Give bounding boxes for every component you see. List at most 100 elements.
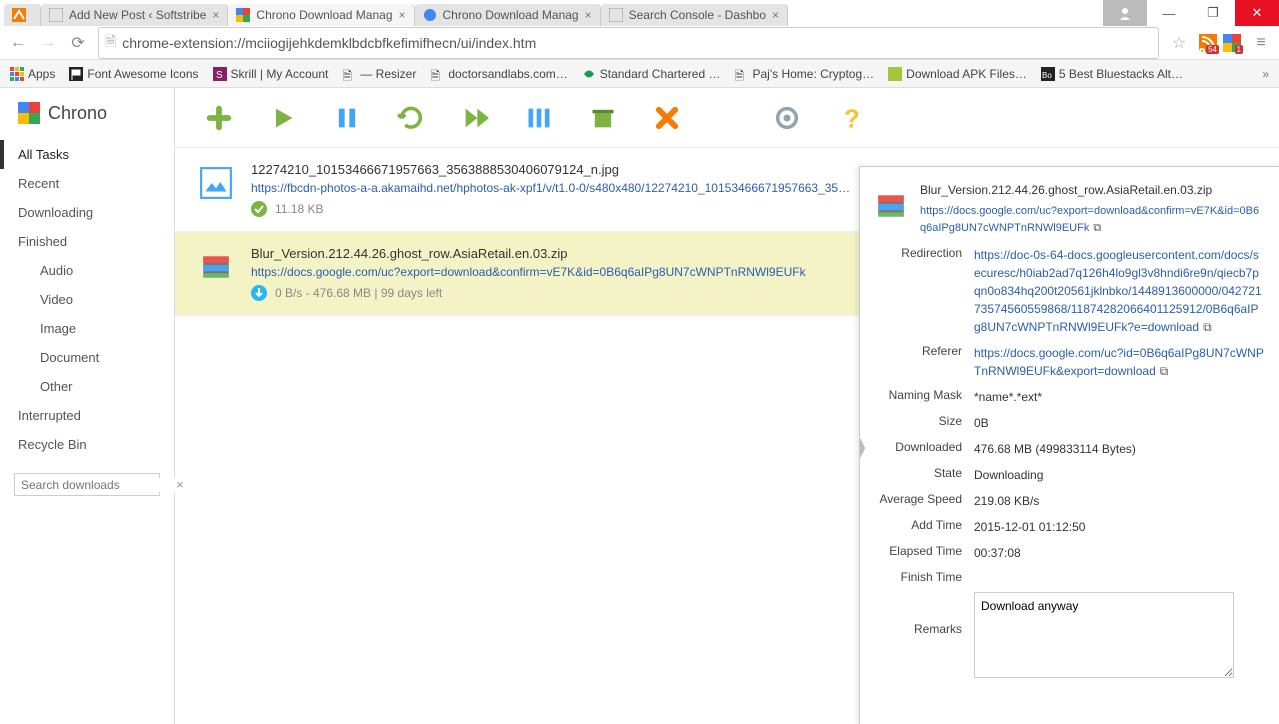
bookmark-item[interactable]: Bo5 Best Bluestacks Alt…: [1041, 67, 1183, 81]
sidebar-item-downloading[interactable]: Downloading: [0, 198, 174, 227]
star-icon[interactable]: ☆: [1169, 33, 1189, 53]
start-button[interactable]: [269, 104, 297, 132]
bookmark-item[interactable]: Standard Chartered …: [582, 67, 721, 81]
bookmark-item[interactable]: 🗎— Resizer: [342, 67, 416, 81]
tab-title: Chrono Download Manag: [256, 8, 392, 22]
label-size: Size: [874, 414, 974, 432]
tab-close-icon[interactable]: ×: [212, 8, 219, 22]
detail-url[interactable]: https://docs.google.com/uc?export=downlo…: [920, 203, 1265, 236]
bookmarks-overflow-icon[interactable]: »: [1262, 67, 1269, 81]
bookmark-item[interactable]: SSkrill | My Account: [213, 67, 329, 81]
page-icon: 🗎: [105, 31, 116, 55]
clear-button[interactable]: [589, 104, 617, 132]
back-icon[interactable]: ←: [8, 34, 28, 52]
detail-downloaded: 476.68 MB (499833114 Bytes): [974, 440, 1265, 458]
chrono-extension-icon[interactable]: 1: [1223, 34, 1241, 52]
sc-icon: [582, 67, 596, 81]
bookmark-item[interactable]: 🗎doctorsandlabs.com…: [430, 67, 567, 81]
sidebar: Chrono All Tasks Recent Downloading Fini…: [0, 88, 175, 724]
start-all-button[interactable]: [461, 104, 489, 132]
close-button[interactable]: ✕: [1235, 0, 1279, 26]
apps-icon: [10, 67, 24, 81]
svg-text:?: ?: [844, 105, 860, 132]
svg-text:Bo: Bo: [1042, 71, 1052, 80]
tab-favicon: [12, 8, 26, 22]
browser-tabs: Add New Post ‹ Softstribe × Chrono Downl…: [0, 0, 1103, 26]
user-button[interactable]: [1103, 0, 1147, 26]
browser-tab[interactable]: Add New Post ‹ Softstribe ×: [41, 4, 228, 26]
browser-tab[interactable]: [4, 4, 41, 26]
address-bar[interactable]: 🗎 chrome-extension://mciiogijehkdemklbdc…: [98, 27, 1159, 59]
minimize-button[interactable]: —: [1147, 0, 1191, 26]
file-type-image-icon: [199, 166, 233, 200]
sidebar-item-finished[interactable]: Finished: [0, 227, 174, 256]
app-content: Chrono All Tasks Recent Downloading Fini…: [0, 88, 1279, 724]
sidebar-item-recent[interactable]: Recent: [0, 169, 174, 198]
label-downloaded: Downloaded: [874, 440, 974, 458]
tab-title: Chrono Download Manag: [443, 8, 579, 22]
app-brand: Chrono: [0, 102, 174, 140]
copy-icon[interactable]: ⧉: [1160, 362, 1169, 380]
help-button[interactable]: ?: [837, 104, 865, 132]
tab-close-icon[interactable]: ×: [585, 8, 592, 22]
sidebar-item-audio[interactable]: Audio: [0, 256, 174, 285]
detail-avg-speed: 219.08 KB/s: [974, 492, 1265, 510]
label-redirection: Redirection: [874, 246, 974, 336]
remarks-textarea[interactable]: [974, 592, 1234, 678]
maximize-button[interactable]: ❐: [1191, 0, 1235, 26]
tab-favicon: [49, 8, 63, 22]
sidebar-item-interrupted[interactable]: Interrupted: [0, 401, 174, 430]
flag-icon: [69, 67, 83, 81]
bookmark-item[interactable]: 🗎Paj's Home: Cryptog…: [734, 67, 874, 81]
sidebar-item-image[interactable]: Image: [0, 314, 174, 343]
label-state: State: [874, 466, 974, 484]
skrill-icon: S: [213, 67, 227, 81]
panel-expand-icon[interactable]: ❭: [859, 426, 873, 466]
forward-icon[interactable]: →: [38, 34, 58, 52]
browser-tab-active[interactable]: Chrono Download Manag ×: [228, 4, 414, 26]
bookmark-apps[interactable]: Apps: [10, 67, 55, 81]
window-controls: — ❐ ✕: [1103, 0, 1279, 26]
restart-button[interactable]: [397, 104, 425, 132]
add-button[interactable]: [205, 104, 233, 132]
sidebar-item-video[interactable]: Video: [0, 285, 174, 314]
detail-redirection[interactable]: https://doc-0s-64-docs.googleusercontent…: [974, 246, 1265, 336]
sidebar-item-recycle-bin[interactable]: Recycle Bin: [0, 430, 174, 459]
detail-filename: Blur_Version.212.44.26.ghost_row.AsiaRet…: [920, 183, 1265, 197]
copy-icon[interactable]: ⧉: [1203, 318, 1212, 336]
extension-icons: 54 1: [1199, 34, 1241, 52]
bo-icon: Bo: [1041, 67, 1055, 81]
detail-size: 0B: [974, 414, 1265, 432]
detail-referer[interactable]: https://docs.google.com/uc?id=0B6q6aIPg8…: [974, 344, 1265, 380]
bookmark-item[interactable]: Download APK Files…: [888, 67, 1027, 81]
doc-icon: 🗎: [342, 67, 356, 81]
menu-icon[interactable]: ≡: [1251, 34, 1271, 52]
tab-close-icon[interactable]: ×: [772, 8, 779, 22]
brand-text: Chrono: [48, 103, 107, 124]
detail-naming-mask: *name*.*ext*: [974, 388, 1265, 406]
window-titlebar: Add New Post ‹ Softstribe × Chrono Downl…: [0, 0, 1279, 26]
detail-panel: ❭ Blur_Version.212.44.26.ghost_row.AsiaR…: [859, 166, 1279, 724]
search-input[interactable]: [21, 478, 176, 492]
tab-close-icon[interactable]: ×: [399, 8, 406, 22]
browser-tab[interactable]: Chrono Download Manag ×: [415, 4, 601, 26]
search-downloads[interactable]: ×: [14, 473, 160, 496]
bookmarks-bar: Apps Font Awesome Icons SSkrill | My Acc…: [0, 60, 1279, 88]
pause-button[interactable]: [333, 104, 361, 132]
copy-icon[interactable]: ⧉: [1093, 220, 1101, 237]
delete-button[interactable]: [653, 104, 681, 132]
sidebar-item-other[interactable]: Other: [0, 372, 174, 401]
label-remarks: Remarks: [874, 592, 974, 683]
browser-tab[interactable]: Search Console - Dashbo ×: [601, 4, 788, 26]
rss-extension-icon[interactable]: 54: [1199, 34, 1217, 52]
browser-navbar: ← → ⟳ 🗎 chrome-extension://mciiogijehkde…: [0, 26, 1279, 60]
reload-icon[interactable]: ⟳: [68, 33, 88, 53]
bookmark-item[interactable]: Font Awesome Icons: [69, 67, 198, 81]
sidebar-item-all-tasks[interactable]: All Tasks: [0, 140, 174, 169]
pause-all-button[interactable]: [525, 104, 553, 132]
sidebar-item-document[interactable]: Document: [0, 343, 174, 372]
label-finish: Finish Time: [874, 570, 974, 584]
toolbar: ?: [175, 88, 1279, 148]
settings-button[interactable]: [773, 104, 801, 132]
detail-state: Downloading: [974, 466, 1265, 484]
